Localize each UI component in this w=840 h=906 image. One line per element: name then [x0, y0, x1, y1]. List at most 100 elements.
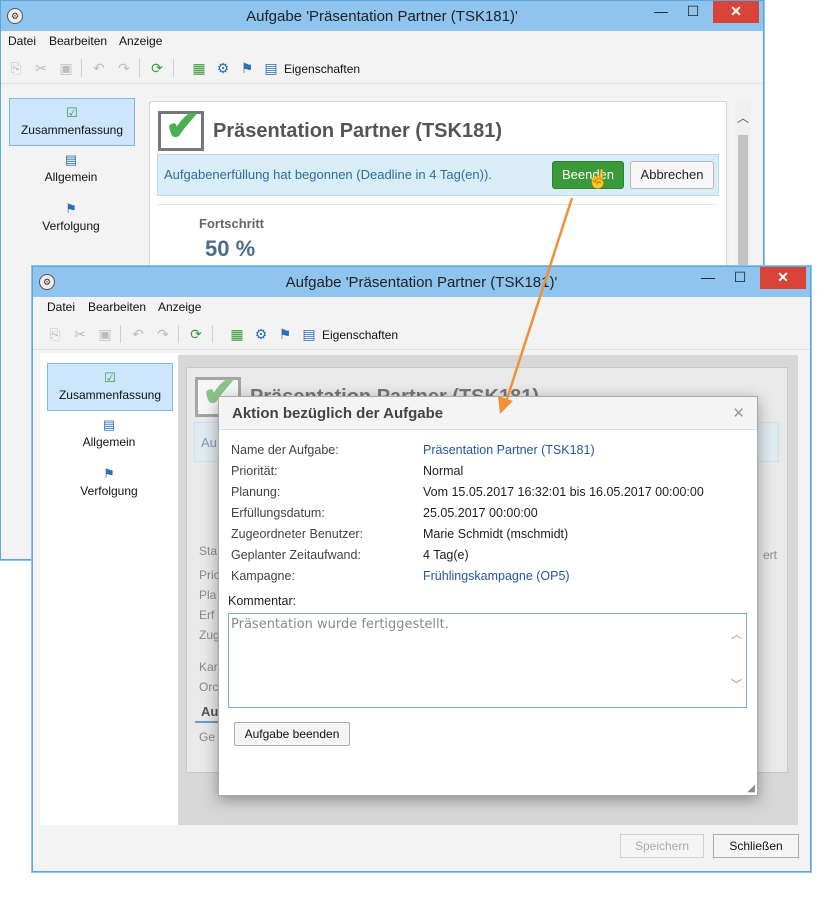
menu-bearbeiten[interactable]: Bearbeiten	[49, 34, 107, 48]
field-label: Name der Aufgabe:	[231, 443, 339, 457]
menu-anzeige[interactable]: Anzeige	[158, 300, 201, 314]
refresh-icon[interactable]: ⟳	[149, 60, 165, 76]
ghost-label: Zug	[199, 628, 220, 642]
sidebar-item-label: Allgemein	[82, 435, 136, 449]
close-window-button[interactable]: Schließen	[713, 834, 799, 858]
clipboard-icon: ▤	[102, 417, 116, 432]
properties-icon[interactable]: ▤	[263, 60, 279, 76]
undo-icon[interactable]: ↶	[130, 326, 146, 342]
menu-datei[interactable]: Datei	[8, 34, 36, 48]
copy-icon[interactable]: ⎘	[47, 326, 63, 342]
scroll-up-icon[interactable]: ︿	[731, 626, 742, 642]
finish-task-button[interactable]: Aufgabe beenden	[234, 722, 350, 746]
redo-icon[interactable]: ↷	[155, 326, 171, 342]
toolbar-separator	[173, 59, 174, 77]
comment-label: Kommentar:	[228, 594, 297, 608]
task-complete-icon: ✔	[158, 104, 204, 151]
field-label: Geplanter Zeitaufwand:	[231, 548, 361, 562]
effort-value: 4 Tag(e)	[423, 548, 469, 562]
menu-anzeige[interactable]: Anzeige	[119, 34, 162, 48]
toolbar-separator	[81, 59, 82, 77]
sidebar-item-tracking[interactable]: ⚑ Verfolgung	[9, 195, 133, 241]
sidebar-item-general[interactable]: ▤ Allgemein	[47, 411, 171, 457]
action-dialog: Aktion bezüglich der Aufgabe ✕ Name der …	[218, 396, 758, 796]
tracking-icon[interactable]: ⚑	[239, 60, 255, 76]
checkmark-icon: ☑	[104, 370, 116, 385]
status-text: Au	[201, 435, 217, 450]
sidebar-item-label: Zusammenfassung	[20, 123, 124, 137]
field-label: Priorität:	[231, 464, 278, 478]
calculator-icon[interactable]: ▦	[191, 60, 207, 76]
sidebar-item-summary[interactable]: ☑ Zusammenfassung	[47, 363, 173, 411]
field-label: Erfüllungsdatum:	[231, 506, 325, 520]
ghost-label: Sta	[199, 544, 218, 558]
menu-bearbeiten[interactable]: Bearbeiten	[88, 300, 146, 314]
menu-bar: Datei Bearbeiten Anzeige	[1, 31, 763, 51]
footer-bar: Speichern Schließen	[33, 827, 810, 871]
checkmark-icon: ☑	[66, 105, 78, 120]
paste-icon[interactable]: ▣	[58, 60, 74, 76]
scroll-up-icon[interactable]: ︿	[737, 109, 749, 126]
toolbar-separator	[178, 325, 179, 343]
sidebar-item-general[interactable]: ▤ Allgemein	[9, 146, 133, 192]
sidebar: ☑ Zusammenfassung ▤ Allgemein ⚑ Verfolgu…	[40, 353, 180, 825]
scroll-down-icon[interactable]: ﹀	[731, 676, 742, 692]
copy-icon[interactable]: ⎘	[8, 60, 24, 76]
close-button[interactable]: ✕	[713, 1, 759, 23]
sidebar-item-label: Allgemein	[44, 170, 98, 184]
comment-textarea[interactable]: Präsentation wurde fertiggestellt. ︿ ﹀	[228, 613, 747, 708]
field-label: Zugeordneter Benutzer:	[231, 527, 364, 541]
title-bar: ⚙ Aufgabe 'Präsentation Partner (TSK181)…	[33, 267, 810, 297]
task-title: Präsentation Partner (TSK181)	[213, 120, 502, 142]
scrollbar-thumb[interactable]	[738, 135, 748, 275]
maximize-button[interactable]: ☐	[726, 267, 754, 289]
minimize-button[interactable]: —	[694, 267, 722, 289]
ghost-label: Pla	[199, 588, 217, 602]
properties-label[interactable]: Eigenschaften	[322, 328, 398, 342]
toolbar: ⎘ ✂ ▣ ↶ ↷ ⟳ ▦ ⚙ ⚑ ▤ Eigenschaften	[33, 319, 810, 350]
close-button[interactable]: ✕	[760, 267, 806, 289]
ghost-label: Orc	[199, 680, 219, 694]
calculator-icon[interactable]: ▦	[229, 326, 245, 342]
ghost-label: Erf	[199, 608, 215, 622]
redo-icon[interactable]: ↷	[116, 60, 132, 76]
sidebar-item-label: Zusammenfassung	[58, 388, 162, 402]
ghost-label: ert	[763, 548, 778, 562]
maximize-button[interactable]: ☐	[679, 1, 707, 23]
undo-icon[interactable]: ↶	[91, 60, 107, 76]
menu-datei[interactable]: Datei	[47, 300, 75, 314]
progress-label: Fortschritt	[199, 216, 264, 231]
close-icon[interactable]: ✕	[732, 404, 745, 422]
ghost-section-title: Au	[201, 704, 219, 719]
ghost-label: Ge	[199, 730, 216, 744]
sidebar-item-tracking[interactable]: ⚑ Verfolgung	[47, 460, 171, 506]
tracking-icon[interactable]: ⚑	[277, 326, 293, 342]
comment-text: Präsentation wurde fertiggestellt.	[231, 617, 449, 632]
save-button[interactable]: Speichern	[620, 834, 704, 858]
sidebar-item-summary[interactable]: ☑ Zusammenfassung	[9, 98, 135, 146]
field-label: Kampagne:	[231, 569, 295, 583]
properties-label[interactable]: Eigenschaften	[284, 62, 360, 76]
task-name-link[interactable]: Präsentation Partner (TSK181)	[423, 443, 595, 457]
properties-icon[interactable]: ▤	[301, 326, 317, 342]
minimize-button[interactable]: —	[647, 1, 675, 23]
tracking-icon: ⚑	[103, 466, 115, 481]
dialog-title: Aktion bezüglich der Aufgabe	[232, 405, 444, 422]
dialog-header: Aktion bezüglich der Aufgabe ✕	[219, 397, 757, 430]
cut-icon[interactable]: ✂	[33, 60, 49, 76]
assigned-user-value: Marie Schmidt (mschmidt)	[423, 527, 569, 541]
settings-icon[interactable]: ⚙	[215, 60, 231, 76]
clipboard-icon: ▤	[64, 152, 78, 167]
toolbar-separator	[139, 59, 140, 77]
paste-icon[interactable]: ▣	[97, 326, 113, 342]
settings-icon[interactable]: ⚙	[253, 326, 269, 342]
cut-icon[interactable]: ✂	[72, 326, 88, 342]
ghost-label: Pric	[199, 568, 220, 582]
resize-handle-icon[interactable]: ◢	[747, 783, 755, 794]
refresh-icon[interactable]: ⟳	[188, 326, 204, 342]
cancel-button[interactable]: Abbrechen	[630, 161, 714, 189]
toolbar-separator	[212, 325, 213, 343]
campaign-link[interactable]: Frühlingskampagne (OP5)	[423, 569, 570, 583]
title-bar: ⚙ Aufgabe 'Präsentation Partner (TSK181)…	[1, 1, 763, 31]
status-banner: Aufgabenerfüllung hat begonnen (Deadline…	[157, 154, 719, 196]
